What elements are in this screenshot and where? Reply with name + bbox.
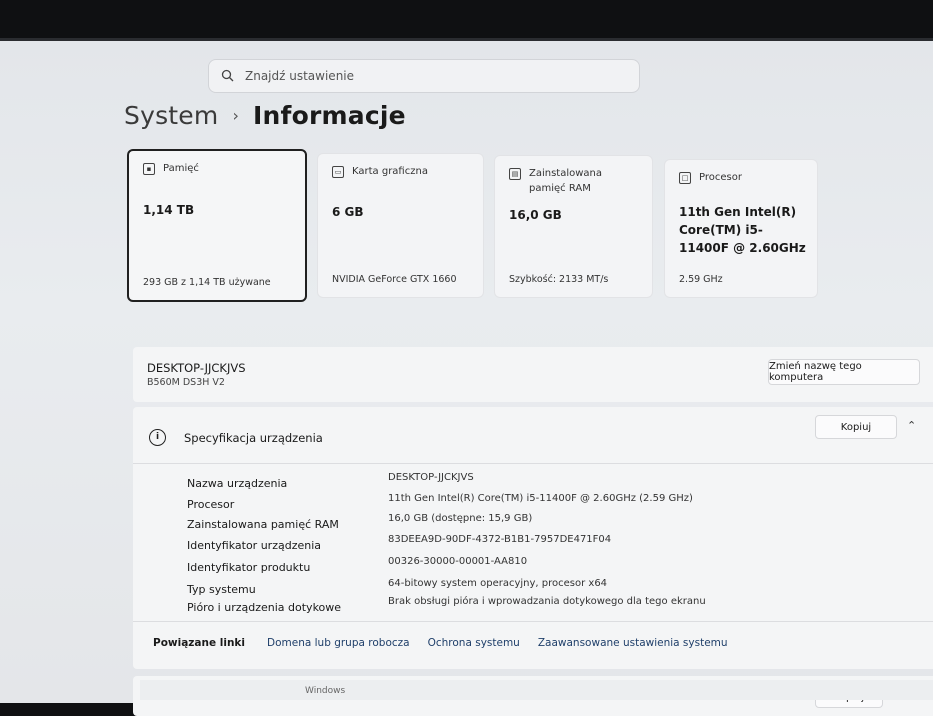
spec-value: Brak obsługi pióra i wprowadzania dotyko…	[388, 596, 706, 607]
breadcrumb: System › Informacje	[124, 101, 406, 130]
related-links-title: Powiązane linki	[153, 637, 245, 649]
spec-key: Procesor	[187, 498, 235, 511]
card-cpu[interactable]: □ Procesor 11th Gen Intel(R) Core(TM) i5…	[664, 159, 818, 298]
spec-row: Procesor 11th Gen Intel(R) Core(TM) i5-1…	[187, 493, 887, 516]
card-gpu-value: 6 GB	[332, 205, 364, 219]
card-cpu-label: Procesor	[699, 172, 742, 183]
device-spec-panel: i Specyfikacja urządzenia Kopiuj ⌃ Nazwa…	[133, 407, 933, 669]
chevron-up-icon[interactable]: ⌃	[907, 419, 916, 432]
rename-pc-button[interactable]: Zmień nazwę tego komputera	[768, 359, 920, 385]
spec-value: 00326-30000-00001-AA810	[388, 556, 528, 567]
spec-value: 64-bitowy system operacyjny, procesor x6…	[388, 578, 608, 589]
spec-key: Nazwa urządzenia	[187, 477, 288, 490]
cpu-icon: □	[679, 172, 691, 184]
card-storage-value: 1,14 TB	[143, 203, 195, 217]
breadcrumb-system[interactable]: System	[124, 101, 218, 130]
spec-key: Zainstalowana pamięć RAM	[187, 518, 339, 531]
card-ram-label: Zainstalowana pamięć RAM	[529, 168, 603, 194]
device-panel: DESKTOP-JJCKJVS B560M DS3H V2 Zmień nazw…	[133, 347, 933, 402]
spec-header[interactable]: i Specyfikacja urządzenia	[149, 429, 323, 446]
spec-value: 16,0 GB (dostępne: 15,9 GB)	[388, 513, 533, 524]
ram-icon: ▤	[509, 168, 521, 180]
search-input[interactable]: Znajdź ustawienie	[245, 69, 354, 83]
spec-value: DESKTOP-JJCKJVS	[388, 472, 474, 483]
gpu-icon: ▭	[332, 166, 344, 178]
card-gpu-sub: NVIDIA GeForce GTX 1660	[332, 274, 457, 285]
spec-key: Typ systemu	[187, 583, 256, 596]
card-gpu-label: Karta graficzna	[352, 166, 428, 177]
spec-value: 83DEEA9D-90DF-4372-B1B1-7957DE471F04	[388, 534, 612, 545]
card-storage[interactable]: ▪ Pamięć 1,14 TB 293 GB z 1,14 TB używan…	[127, 149, 307, 302]
spec-divider	[133, 463, 933, 464]
card-cpu-sub: 2.59 GHz	[679, 274, 723, 285]
search-icon	[221, 69, 235, 83]
card-storage-sub: 293 GB z 1,14 TB używane	[143, 277, 271, 288]
links-divider	[133, 621, 933, 622]
windows-spec-header: Windows	[140, 680, 933, 700]
windows-spec-title: Windows	[305, 686, 346, 696]
spec-key: Pióro i urządzenia dotykowe	[187, 601, 342, 614]
card-ram-sub: Szybkość: 2133 MT/s	[509, 274, 609, 285]
spec-value: 11th Gen Intel(R) Core(TM) i5-11400F @ 2…	[388, 493, 693, 504]
spec-key: Identyfikator urządzenia	[187, 539, 321, 552]
card-ram[interactable]: ▤ Zainstalowana pamięć RAM 16,0 GB Szybk…	[494, 155, 653, 298]
breadcrumb-separator: ›	[232, 106, 240, 125]
search-box[interactable]: Znajdź ustawienie	[208, 59, 640, 93]
page-title: Informacje	[253, 101, 406, 130]
related-links: Powiązane linki Domena lub grupa robocza…	[153, 637, 746, 649]
spec-row: Pióro i urządzenia dotykowe Brak obsługi…	[187, 596, 887, 619]
link-system-protection[interactable]: Ochrona systemu	[428, 637, 520, 649]
spec-title: Specyfikacja urządzenia	[184, 430, 323, 445]
spec-key: Identyfikator produktu	[187, 561, 311, 574]
card-ram-value: 16,0 GB	[509, 208, 562, 222]
copy-spec-button[interactable]: Kopiuj	[815, 415, 897, 439]
card-cpu-value: 11th Gen Intel(R) Core(TM) i5-11400F @ 2…	[679, 205, 806, 255]
card-gpu[interactable]: ▭ Karta graficzna 6 GB NVIDIA GeForce GT…	[317, 153, 484, 298]
storage-icon: ▪	[143, 163, 155, 175]
card-storage-label: Pamięć	[163, 163, 199, 174]
info-icon: i	[149, 429, 166, 446]
spec-row: Identyfikator urządzenia 83DEEA9D-90DF-4…	[187, 534, 887, 557]
link-advanced-settings[interactable]: Zaawansowane ustawienia systemu	[538, 637, 728, 649]
link-domain-workgroup[interactable]: Domena lub grupa robocza	[267, 637, 410, 649]
spec-row: Identyfikator produktu 00326-30000-00001…	[187, 556, 887, 579]
settings-window: Znajdź ustawienie System › Informacje ▪ …	[0, 38, 933, 716]
